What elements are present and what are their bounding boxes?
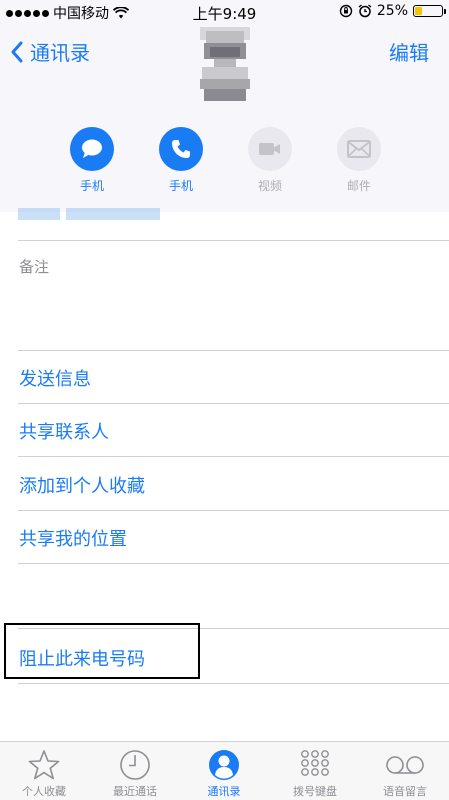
- battery-level: [415, 7, 422, 15]
- tab-voicemail[interactable]: 语音留言: [370, 748, 440, 799]
- tab-label: 通讯录: [207, 785, 241, 798]
- divider: [18, 350, 449, 351]
- clock-icon: [100, 748, 170, 782]
- back-label: 通讯录: [30, 41, 90, 65]
- send-message-row[interactable]: 发送信息: [19, 365, 91, 391]
- divider: [18, 456, 449, 457]
- tab-bar: 个人收藏 最近通话 通讯录 拨号键盘 语音留言: [0, 741, 449, 800]
- share-contact-row[interactable]: 共享联系人: [19, 418, 109, 444]
- tab-contacts[interactable]: 通讯录: [189, 748, 259, 799]
- avatar: [200, 27, 250, 102]
- tab-label: 语音留言: [383, 785, 427, 798]
- tab-recents[interactable]: 最近通话: [100, 748, 170, 799]
- divider: [18, 510, 449, 511]
- edit-button[interactable]: 编辑: [389, 37, 429, 66]
- call-button[interactable]: 手机: [157, 127, 205, 194]
- notes-label[interactable]: 备注: [19, 256, 49, 277]
- call-label: 手机: [168, 179, 193, 193]
- phone-number-redacted: [18, 208, 60, 220]
- mail-icon: [337, 127, 381, 171]
- star-icon: [9, 748, 79, 782]
- contacts-icon: [189, 748, 259, 782]
- tab-keypad[interactable]: 拨号键盘: [280, 748, 350, 799]
- battery-percent: 25%: [376, 3, 408, 19]
- divider: [18, 563, 449, 564]
- divider: [18, 240, 449, 241]
- video-icon: [248, 127, 292, 171]
- highlight-annotation: [4, 623, 200, 679]
- contact-actions: 手机 手机 视频 邮件: [68, 127, 388, 197]
- status-right: 25%: [339, 3, 446, 19]
- tab-label: 最近通话: [113, 785, 157, 798]
- message-icon: [70, 127, 114, 171]
- share-location-row[interactable]: 共享我的位置: [19, 525, 127, 551]
- divider: [18, 403, 449, 404]
- tab-label: 拨号键盘: [293, 785, 337, 798]
- alarm-icon: [358, 4, 372, 18]
- voicemail-icon: [370, 748, 440, 782]
- divider: [18, 683, 449, 684]
- rotation-lock-icon: [339, 4, 353, 18]
- mail-label: 邮件: [346, 179, 371, 193]
- message-label: 手机: [79, 179, 104, 193]
- add-to-favorites-row[interactable]: 添加到个人收藏: [19, 472, 145, 498]
- battery-icon: [413, 5, 446, 17]
- phone-number-redacted-2: [66, 208, 160, 220]
- status-bar: 中国移动 上午9:49 25%: [0, 0, 449, 24]
- mail-button[interactable]: 邮件: [335, 127, 383, 194]
- chevron-left-icon: [11, 41, 23, 62]
- phone-icon: [159, 127, 203, 171]
- video-button[interactable]: 视频: [246, 127, 294, 194]
- tab-favorites[interactable]: 个人收藏: [9, 748, 79, 799]
- tab-label: 个人收藏: [22, 785, 66, 798]
- keypad-icon: [280, 748, 350, 782]
- message-button[interactable]: 手机: [68, 127, 116, 194]
- video-label: 视频: [257, 179, 282, 193]
- back-button[interactable]: 通讯录: [10, 37, 90, 66]
